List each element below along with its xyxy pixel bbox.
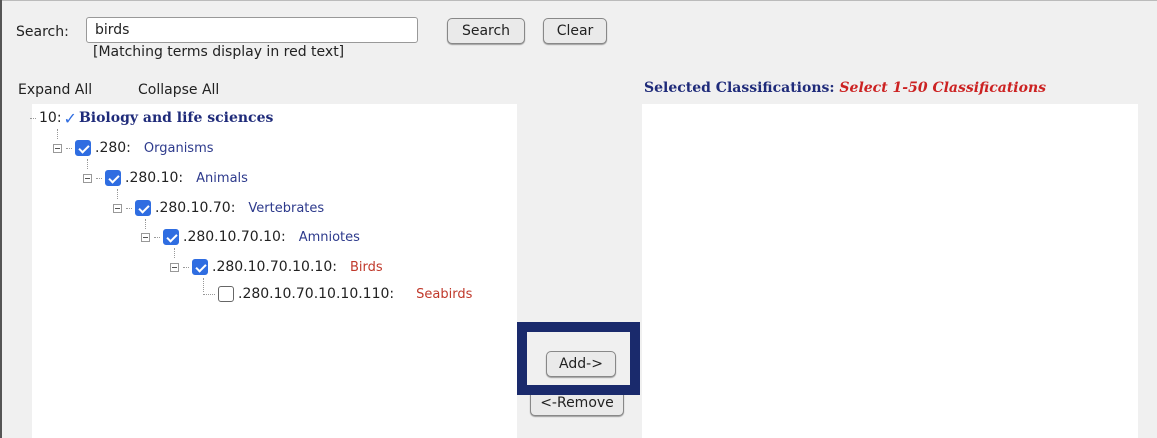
tree-node-amniotes: .280.10.70.10: Amniotes [141,226,360,248]
checkbox-birds[interactable] [192,259,208,275]
tree-root-label[interactable]: Biology and life sciences [79,110,273,126]
expand-all-link[interactable]: Expand All [18,82,92,98]
search-input[interactable] [86,17,418,43]
node-label-amniotes[interactable]: Amniotes [299,230,360,245]
tree-root-row[interactable]: 10: ✓ Biology and life sciences [30,107,273,129]
matching-terms-hint: [Matching terms display in red text] [93,44,345,60]
node-label-organisms[interactable]: Organisms [144,141,214,156]
selected-classifications-title: Selected Classifications: [644,80,835,96]
checkbox-organisms[interactable] [75,140,91,156]
collapse-toggle-icon[interactable] [170,262,179,272]
checkbox-vertebrates[interactable] [135,200,151,216]
checkbox-seabirds[interactable] [218,286,234,302]
tree-connector [126,207,132,209]
tree-connector [96,177,102,179]
tree-node-vertebrates: .280.10.70: Vertebrates [113,197,324,219]
selected-classifications-hint: Select 1-50 Classifications [839,80,1047,96]
node-label-birds[interactable]: Birds [350,260,383,275]
collapse-all-link[interactable]: Collapse All [138,82,219,98]
selected-classifications-header: Selected Classifications: Select 1-50 Cl… [644,80,1046,96]
top-border [0,0,1157,1]
tree-node-birds: .280.10.70.10.10: Birds [170,256,383,278]
node-code: .280.10.70: [155,200,236,216]
node-code: .280: [95,140,131,156]
node-code: .280.10: [125,170,184,186]
tree-node-seabirds: .280.10.70.10.10.110: Seabirds [203,283,472,305]
tree-connector [154,236,160,238]
collapse-toggle-icon[interactable] [53,143,62,153]
tree-node-organisms: .280: Organisms [53,137,214,159]
collapse-toggle-icon[interactable] [113,203,122,213]
search-label: Search: [16,24,69,40]
search-button[interactable]: Search [447,18,525,44]
node-label-animals[interactable]: Animals [196,171,248,186]
node-code: .280.10.70.10.10: [212,259,337,275]
checkmark-icon: ✓ [63,108,77,128]
left-border [0,0,2,438]
tree-connector [66,147,72,149]
collapse-toggle-icon[interactable] [83,173,92,183]
tree-connector [30,117,36,119]
node-code: .280.10.70.10: [183,229,286,245]
node-code: .280.10.70.10.10.110: [238,286,395,302]
tree-root-code: 10: [39,110,62,126]
tree-connector [203,293,215,295]
tree-node-animals: .280.10: Animals [83,167,248,189]
checkbox-amniotes[interactable] [163,229,179,245]
selected-classifications-list[interactable] [642,104,1138,438]
remove-button[interactable]: <-Remove [530,390,624,416]
clear-button[interactable]: Clear [543,18,607,44]
tree-connector [183,266,189,268]
checkbox-animals[interactable] [105,170,121,186]
collapse-toggle-icon[interactable] [141,232,150,242]
node-label-seabirds[interactable]: Seabirds [416,287,472,302]
node-label-vertebrates[interactable]: Vertebrates [248,201,324,216]
add-button[interactable]: Add-> [546,351,616,377]
